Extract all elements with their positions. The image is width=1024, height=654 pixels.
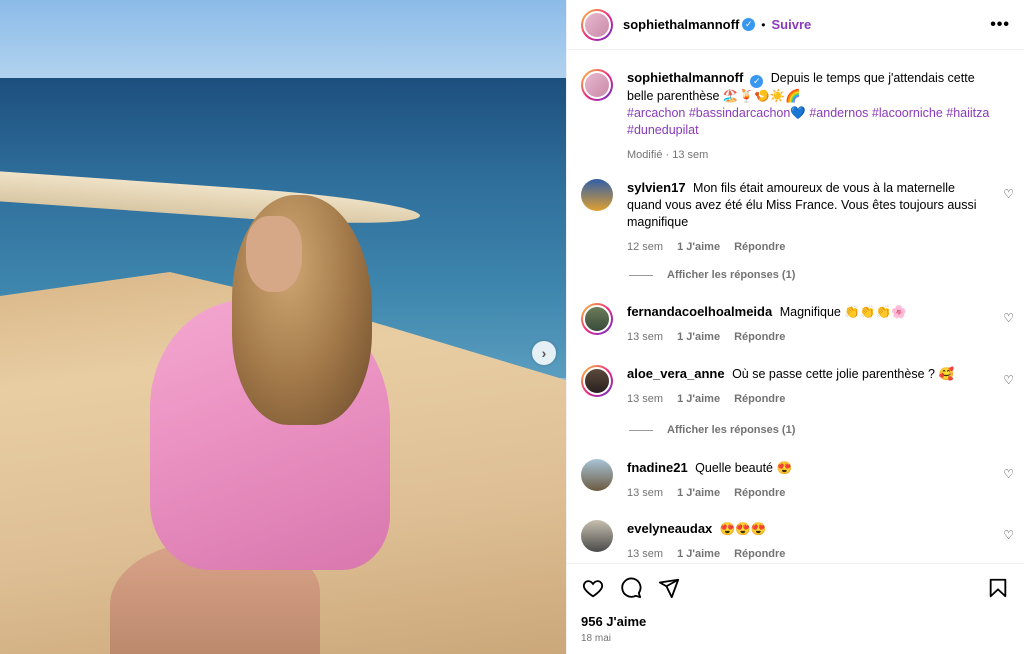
comment-time: 13 sem [627, 393, 664, 405]
comment-icon[interactable] [619, 576, 643, 600]
post-footer: 956 J'aime 18 mai [567, 563, 1024, 644]
comment-text: Quelle beauté 😍 [695, 461, 793, 475]
post-date: 18 mai [581, 633, 612, 644]
view-replies-button[interactable]: Afficher les réponses (1) [581, 269, 795, 281]
reply-button[interactable]: Répondre [734, 331, 785, 343]
more-options-icon[interactable]: ••• [990, 16, 1010, 34]
commenter-avatar[interactable] [581, 303, 613, 335]
comment-likes[interactable]: 1 J'aime [677, 241, 720, 253]
caption-username[interactable]: sophiethalmannoff [627, 70, 743, 85]
reply-button[interactable]: Répondre [734, 548, 785, 560]
comment-item: evelyneaudax 😍😍😍 13 sem 1 J'aime Répondre … [567, 520, 1024, 563]
follow-button[interactable]: Suivre [771, 17, 811, 32]
comment-likes[interactable]: 1 J'aime [677, 487, 720, 499]
commenter-avatar[interactable] [581, 179, 613, 211]
author-avatar[interactable] [581, 8, 613, 41]
comment-time: 13 sem [627, 331, 664, 343]
like-heart-icon[interactable] [581, 576, 605, 600]
separator-dot: • [761, 17, 766, 32]
divider-line [629, 429, 653, 431]
caption-hashtags[interactable]: #arcachon #bassindarcachon💙 #andernos #l… [627, 106, 989, 137]
author-username[interactable]: sophiethalmannoff [623, 17, 739, 32]
view-replies-label: Afficher les réponses (1) [667, 269, 796, 281]
chevron-right-icon: › [541, 345, 547, 361]
heart-icon[interactable]: ♡ [1003, 528, 1014, 542]
comment-likes[interactable]: 1 J'aime [677, 393, 720, 405]
likes-count[interactable]: 956 J'aime [581, 614, 1010, 629]
reply-button[interactable]: Répondre [734, 487, 785, 499]
comment-item: sylvien17 Mon fils était amoureux de vou… [567, 179, 1024, 256]
caption: sophiethalmannoff ✓ Depuis le temps que j… [567, 69, 1024, 164]
comment-text: Magnifique 👏👏👏🌸 [779, 305, 907, 319]
share-icon[interactable] [657, 576, 681, 600]
comment-time: 12 sem [627, 241, 664, 253]
post-modal: › sophiethalmannoff ✓ • Suivre ••• sophi… [0, 0, 1024, 654]
commenter-avatar[interactable] [581, 520, 613, 552]
comment-username[interactable]: evelyneaudax [627, 521, 712, 536]
sky [0, 0, 566, 80]
heart-icon[interactable]: ♡ [1003, 187, 1014, 201]
comment-time: 13 sem [627, 487, 664, 499]
comment-username[interactable]: sylvien17 [627, 180, 686, 195]
bookmark-icon[interactable] [986, 576, 1010, 600]
heart-icon[interactable]: ♡ [1003, 311, 1014, 325]
comment-item: fnadine21 Quelle beauté 😍 13 sem 1 J'aime… [567, 459, 1024, 502]
caption-meta: Modifié · 13 sem [627, 149, 709, 161]
person-face [246, 216, 302, 292]
view-replies-button[interactable]: Afficher les réponses (1) [581, 424, 795, 436]
heart-icon[interactable]: ♡ [1003, 467, 1014, 481]
divider-line [629, 274, 653, 276]
comment-username[interactable]: aloe_vera_anne [627, 366, 725, 381]
reply-button[interactable]: Répondre [734, 241, 785, 253]
comment-item: aloe_vera_anne Où se passe cette jolie p… [567, 365, 1024, 408]
action-bar [581, 574, 1010, 602]
comment-username[interactable]: fnadine21 [627, 460, 688, 475]
comments-list[interactable]: sophiethalmannoff ✓ Depuis le temps que j… [567, 51, 1024, 571]
comment-likes[interactable]: 1 J'aime [677, 548, 720, 560]
comment-time: 13 sem [627, 548, 664, 560]
commenter-avatar[interactable] [581, 459, 613, 491]
post-panel: sophiethalmannoff ✓ • Suivre ••• sophiet… [566, 0, 1024, 654]
comment-likes[interactable]: 1 J'aime [677, 331, 720, 343]
commenter-avatar[interactable] [581, 365, 613, 397]
verified-icon: ✓ [742, 18, 756, 31]
comment-username[interactable]: fernandacoelhoalmeida [627, 304, 772, 319]
next-photo-button[interactable]: › [532, 341, 556, 365]
comment-text: 😍😍😍 [719, 522, 767, 536]
author-avatar[interactable] [581, 69, 613, 101]
view-replies-label: Afficher les réponses (1) [667, 424, 796, 436]
post-photo[interactable]: › [0, 0, 566, 654]
comment-item: fernandacoelhoalmeida Magnifique 👏👏👏🌸 13… [567, 303, 1024, 346]
verified-icon: ✓ [750, 75, 764, 88]
reply-button[interactable]: Répondre [734, 393, 785, 405]
post-header: sophiethalmannoff ✓ • Suivre ••• [567, 0, 1024, 50]
heart-icon[interactable]: ♡ [1003, 373, 1014, 387]
comment-text: Où se passe cette jolie parenthèse ? 🥰 [732, 367, 955, 381]
